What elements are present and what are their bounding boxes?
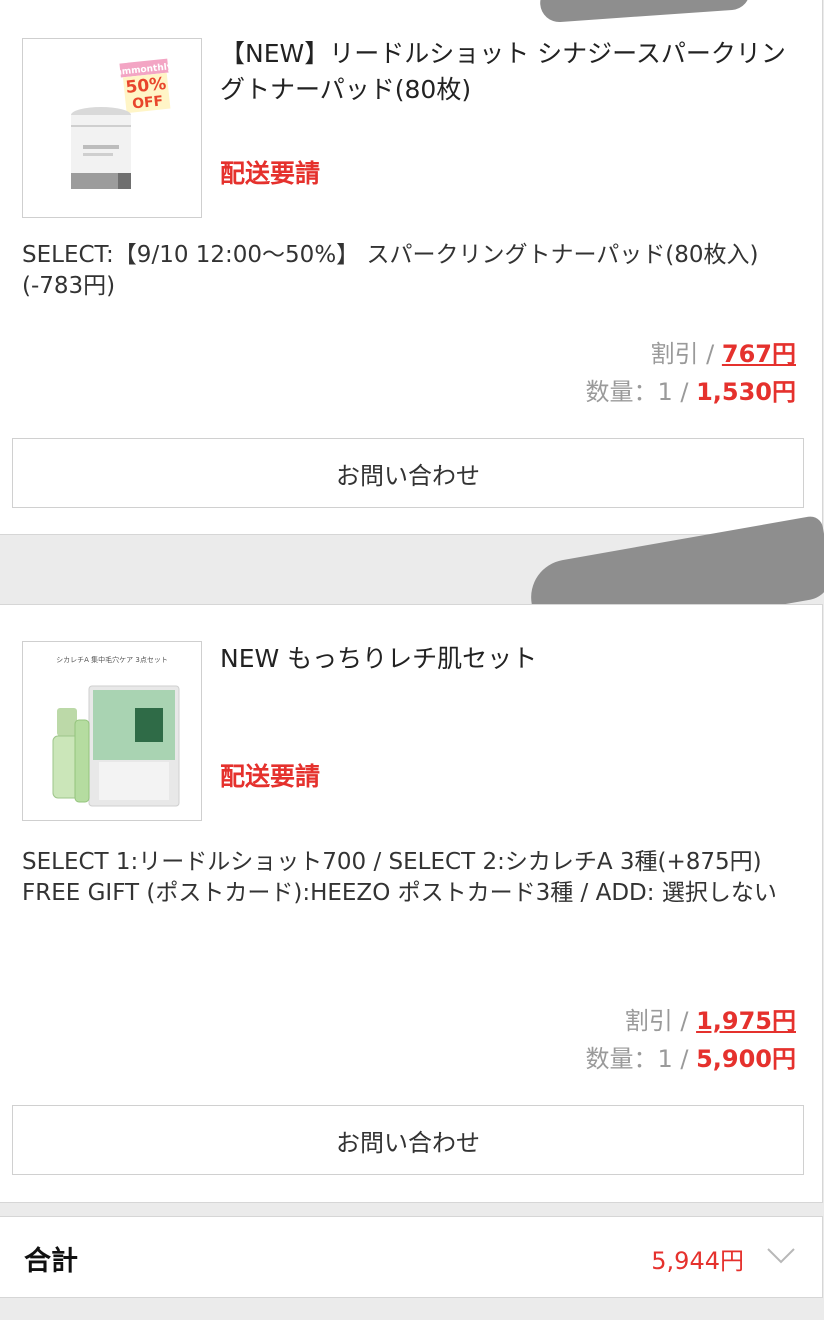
quantity-price-line: 数量：1 / 5,900円 [585,1039,796,1074]
order-item-card: ammonthly 50% OFF 【NEW】リードルショット シナジースパーク… [0,0,823,535]
svg-text:シカレチA 集中毛穴ケア 3点セット: シカレチA 集中毛穴ケア 3点セット [56,655,168,664]
discount-amount: 767円 [721,340,796,368]
discount-label: 割引 / [650,340,722,368]
product-title[interactable]: NEW もっちりレチ肌セット [220,641,794,677]
total-label: 合計 [24,1246,78,1277]
delivery-request-status: 配送要請 [220,159,321,188]
chevron-down-icon[interactable] [764,1239,798,1273]
redaction-scribble [538,0,752,24]
selected-option: SELECT:【9/10 12:00〜50%】 スパークリングトナーパッド(80… [22,242,759,299]
order-item-card: シカレチA 集中毛穴ケア 3点セット NEW もっちりレチ肌セット 配送要請 S… [0,604,823,1203]
product-image: ammonthly 50% OFF [23,39,201,217]
selected-option-line: SELECT 1:リードルショット700 / SELECT 2:シカレチA 3種… [22,849,762,875]
quantity-label: 数量：1 / [585,1045,697,1073]
order-total-row[interactable]: 合計 5,944円 [0,1216,823,1298]
total-amount: 5,944円 [651,1247,744,1275]
product-title[interactable]: 【NEW】リードルショット シナジースパークリングトナーパッド(80枚) [220,36,794,108]
selected-option-line: FREE GIFT (ポストカード):HEEZO ポストカード3種 / ADD:… [22,880,777,906]
discount-line: 割引 / 767円 [651,334,796,369]
inquiry-button[interactable]: お問い合わせ [12,438,804,508]
quantity-label: 数量：1 / [585,378,697,406]
product-image: シカレチA 集中毛穴ケア 3点セット [23,642,201,820]
item-price: 1,530円 [696,378,796,406]
product-thumbnail[interactable]: シカレチA 集中毛穴ケア 3点セット [22,641,202,821]
discount-line: 割引 / 1,975円 [625,1001,796,1036]
discount-amount: 1,975円 [696,1007,796,1035]
item-price: 5,900円 [696,1045,796,1073]
inquiry-button[interactable]: お問い合わせ [12,1105,804,1175]
selected-option: SELECT 1:リードルショット700 / SELECT 2:シカレチA 3種… [22,847,792,909]
product-thumbnail[interactable]: ammonthly 50% OFF [22,38,202,218]
quantity-price-line: 数量：1 / 1,530円 [585,372,796,407]
svg-text:OFF: OFF [131,93,164,112]
delivery-request-status: 配送要請 [220,762,321,791]
discount-label: 割引 / [624,1007,697,1035]
